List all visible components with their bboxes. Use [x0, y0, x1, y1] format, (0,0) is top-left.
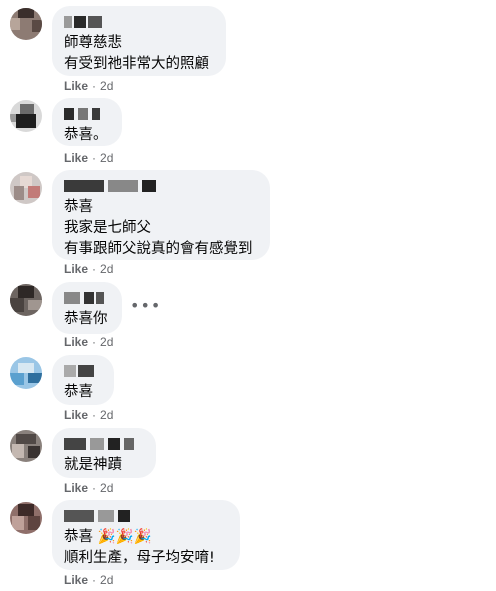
- comment-text: 恭喜。: [64, 127, 108, 143]
- comment-bubble: 恭喜: [52, 355, 114, 405]
- avatar[interactable]: [10, 430, 42, 462]
- comment-bubble: 恭喜。: [52, 98, 122, 146]
- separator: ·: [92, 262, 97, 276]
- comment-bubble: 恭喜你: [52, 282, 122, 334]
- comment-meta: Like · 2d: [64, 573, 113, 587]
- comment-meta: Like · 2d: [64, 335, 113, 349]
- comment-meta: Like · 2d: [64, 151, 113, 165]
- like-button[interactable]: Like: [64, 151, 88, 165]
- separator: ·: [92, 151, 97, 165]
- commenter-name[interactable]: [64, 436, 144, 452]
- comment-meta: Like · 2d: [64, 481, 113, 495]
- commenter-name[interactable]: [64, 106, 110, 122]
- commenter-name[interactable]: [64, 508, 228, 524]
- comment-text: 順利生產，母子均安唷!: [64, 550, 215, 566]
- avatar[interactable]: [10, 8, 42, 40]
- comment-meta: Like · 2d: [64, 79, 113, 93]
- separator: ·: [92, 481, 97, 495]
- like-button[interactable]: Like: [64, 481, 88, 495]
- timestamp[interactable]: 2d: [100, 408, 113, 422]
- avatar[interactable]: [10, 100, 42, 132]
- comment-text: 有受到祂非常大的照顧: [64, 56, 209, 72]
- comment-bubble: 恭喜 🎉🎉🎉 順利生產，母子均安唷!: [52, 500, 240, 570]
- more-options-icon[interactable]: •••: [130, 296, 161, 315]
- comment-text: 恭喜你: [64, 311, 108, 327]
- commenter-name[interactable]: [64, 290, 110, 306]
- commenter-name[interactable]: [64, 363, 102, 379]
- comment-meta: Like · 2d: [64, 408, 113, 422]
- comment-text: 恭喜: [64, 199, 93, 215]
- comment-bubble: 就是神蹟: [52, 428, 156, 478]
- commenter-name[interactable]: [64, 14, 214, 30]
- commenter-name[interactable]: [64, 178, 258, 194]
- timestamp[interactable]: 2d: [100, 335, 113, 349]
- avatar[interactable]: [10, 357, 42, 389]
- separator: ·: [92, 408, 97, 422]
- avatar[interactable]: [10, 502, 42, 534]
- comment-text: 恭喜: [64, 384, 93, 400]
- like-button[interactable]: Like: [64, 79, 88, 93]
- separator: ·: [92, 335, 97, 349]
- comment-text: 我家是七師父: [64, 220, 151, 236]
- comment-bubble: 恭喜 我家是七師父 有事跟師父說真的會有感覺到: [52, 170, 270, 260]
- like-button[interactable]: Like: [64, 262, 88, 276]
- timestamp[interactable]: 2d: [100, 79, 113, 93]
- comment-text: 有事跟師父說真的會有感覺到: [64, 241, 253, 257]
- like-button[interactable]: Like: [64, 573, 88, 587]
- comment-text: 恭喜 🎉🎉🎉: [64, 529, 152, 545]
- comment-bubble: 師尊慈悲 有受到祂非常大的照顧: [52, 6, 226, 76]
- like-button[interactable]: Like: [64, 335, 88, 349]
- timestamp[interactable]: 2d: [100, 262, 113, 276]
- comment-text: 就是神蹟: [64, 457, 122, 473]
- separator: ·: [92, 573, 97, 587]
- timestamp[interactable]: 2d: [100, 481, 113, 495]
- separator: ·: [92, 79, 97, 93]
- avatar[interactable]: [10, 172, 42, 204]
- avatar[interactable]: [10, 284, 42, 316]
- like-button[interactable]: Like: [64, 408, 88, 422]
- timestamp[interactable]: 2d: [100, 151, 113, 165]
- timestamp[interactable]: 2d: [100, 573, 113, 587]
- comment-meta: Like · 2d: [64, 262, 113, 276]
- comment-text: 師尊慈悲: [64, 35, 122, 51]
